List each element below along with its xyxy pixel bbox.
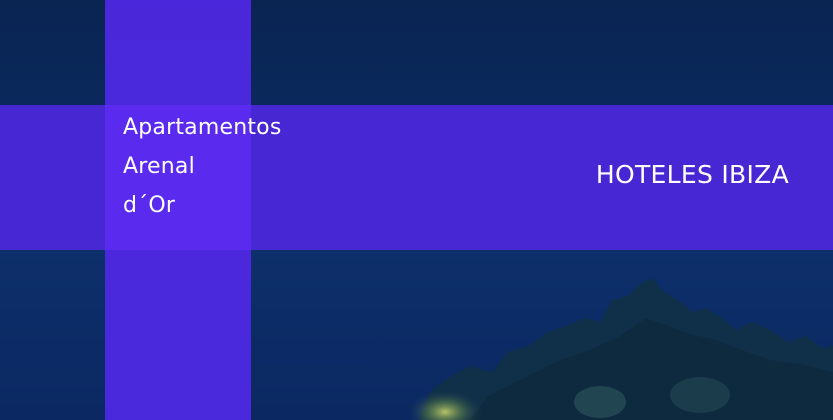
section-title: HOTELES IBIZA xyxy=(595,160,789,189)
hotel-name-line-2: Arenal xyxy=(123,154,195,179)
hotel-name-line-3: d´Or xyxy=(123,193,176,218)
hotel-name: Apartamentos Arenal d´Or xyxy=(123,108,323,225)
hotel-banner: Apartamentos Arenal d´Or HOTELES IBIZA xyxy=(0,0,833,420)
hotel-name-line-1: Apartamentos xyxy=(123,115,282,140)
